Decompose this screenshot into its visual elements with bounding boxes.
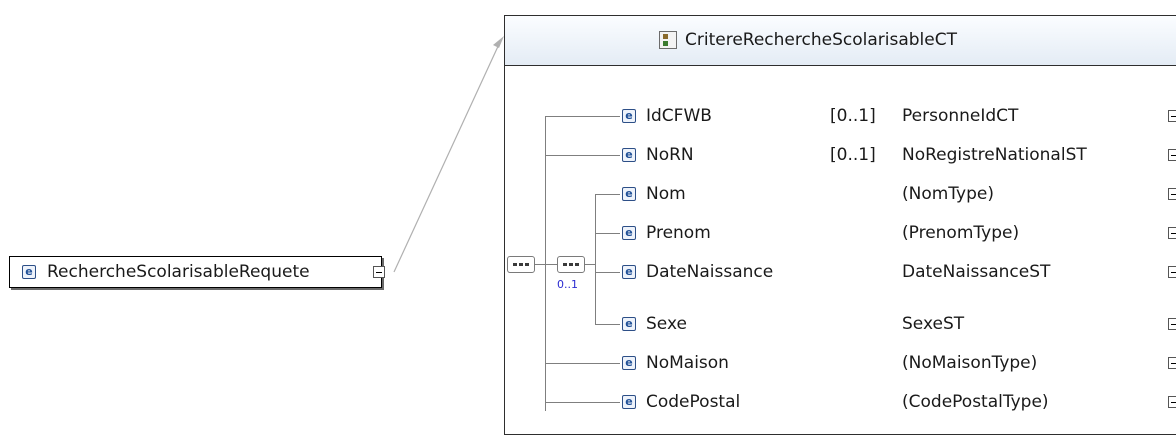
element-icon: e [622, 109, 636, 123]
complex-type-icon [659, 31, 677, 49]
element-icon: e [622, 187, 636, 201]
element-icon: e [622, 148, 636, 162]
element-name: Sexe [646, 314, 687, 334]
element-row-norn[interactable]: e NoRN [620, 142, 800, 168]
expand-toggle-icon[interactable] [1168, 110, 1176, 122]
outer-sequence-icon[interactable] [507, 256, 535, 273]
inner-sequence-icon[interactable] [557, 256, 585, 273]
element-name: NoRN [646, 145, 694, 165]
element-type: (NomType) [902, 184, 994, 204]
element-icon: e [22, 265, 36, 279]
element-type: (PrenomType) [902, 223, 1020, 243]
expand-toggle-icon[interactable] [1168, 149, 1176, 161]
collapse-toggle-icon[interactable] [373, 266, 385, 278]
complex-type-header: CritereRechercheScolarisableCT [505, 16, 1176, 66]
root-element-label: RechercheScolarisableRequete [47, 262, 310, 282]
element-name: CodePostal [646, 392, 741, 412]
complex-type-title: CritereRechercheScolarisableCT [685, 30, 957, 50]
expand-toggle-icon[interactable] [1168, 227, 1176, 239]
element-name: NoMaison [646, 353, 729, 373]
element-type: (CodePostalType) [902, 392, 1049, 412]
element-row-codepostal[interactable]: e CodePostal [620, 389, 800, 415]
expand-toggle-icon[interactable] [1168, 266, 1176, 278]
element-occurrence: [0..1] [830, 106, 876, 126]
element-icon: e [622, 226, 636, 240]
element-row-prenom[interactable]: e Prenom [620, 220, 800, 246]
element-type: DateNaissanceST [902, 262, 1051, 282]
element-icon: e [622, 356, 636, 370]
element-type: SexeST [902, 314, 965, 334]
element-row-nom[interactable]: e Nom [620, 181, 800, 207]
expand-toggle-icon[interactable] [1168, 357, 1176, 369]
element-name: IdCFWB [646, 106, 712, 126]
element-icon: e [622, 317, 636, 331]
complex-type-box[interactable]: CritereRechercheScolarisableCT [504, 15, 1176, 435]
element-icon: e [622, 265, 636, 279]
root-element-node[interactable]: e RechercheScolarisableRequete [9, 256, 385, 288]
element-name: Nom [646, 184, 686, 204]
element-name: DateNaissance [646, 262, 774, 282]
expand-toggle-icon[interactable] [1168, 396, 1176, 408]
element-row-nomaison[interactable]: e NoMaison [620, 350, 800, 376]
element-row-idcfwb[interactable]: e IdCFWB [620, 103, 800, 129]
expand-toggle-icon[interactable] [1168, 188, 1176, 200]
inner-sequence-occurrence: 0..1 [557, 278, 578, 291]
element-name: Prenom [646, 223, 711, 243]
element-type: NoRegistreNationalST [902, 145, 1087, 165]
element-row-sexe[interactable]: e Sexe [620, 311, 800, 337]
element-type: PersonneIdCT [902, 106, 1019, 126]
element-occurrence: [0..1] [830, 145, 876, 165]
element-icon: e [622, 395, 636, 409]
element-row-datenaissance[interactable]: e DateNaissance [620, 259, 800, 285]
element-type: (NoMaisonType) [902, 353, 1038, 373]
expand-toggle-icon[interactable] [1168, 318, 1176, 330]
